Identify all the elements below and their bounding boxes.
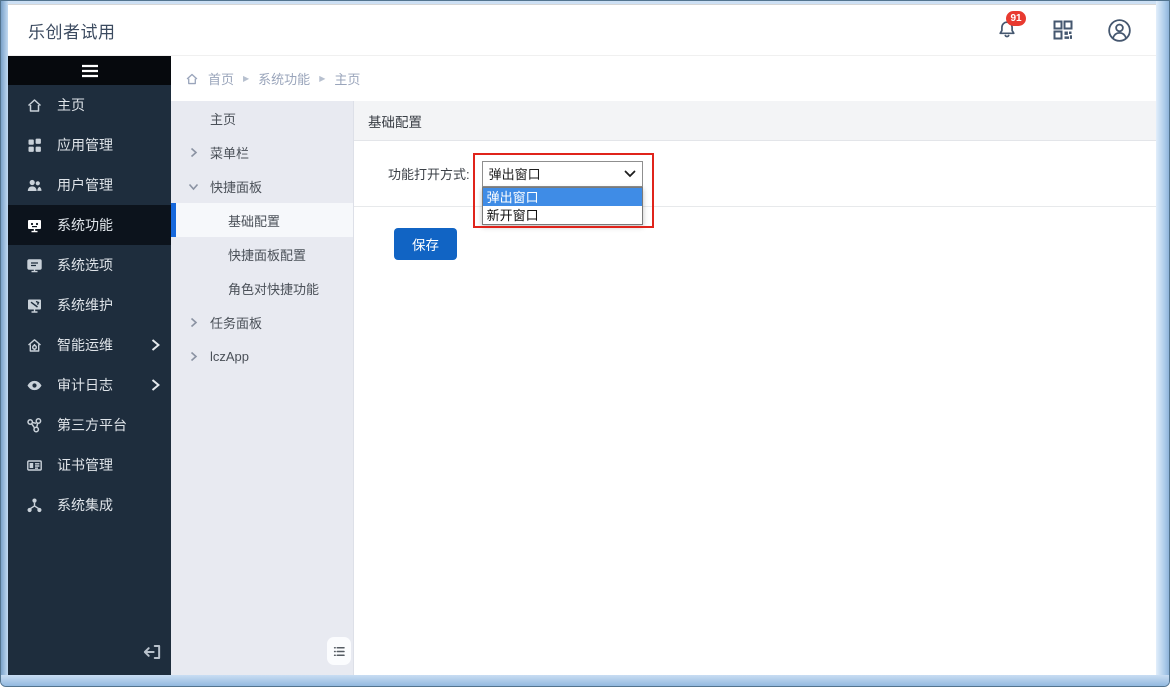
breadcrumb-item[interactable]: 系统功能 bbox=[258, 69, 310, 88]
chevron-down-icon bbox=[624, 170, 636, 178]
submenu-item-quick-panel-config[interactable]: 快捷面板配置 bbox=[171, 237, 353, 271]
submenu-item-basic-config[interactable]: 基础配置 bbox=[171, 203, 353, 237]
sidebar-item-system-options[interactable]: 系统选项 bbox=[8, 245, 171, 285]
sidebar-collapse-toggle[interactable] bbox=[8, 56, 171, 85]
header-icons: 91 bbox=[994, 11, 1132, 43]
integration-icon bbox=[26, 497, 43, 514]
sidebar-item-label: 主页 bbox=[57, 97, 85, 113]
sidebar-item-label: 用户管理 bbox=[57, 177, 113, 193]
qr-code-button[interactable] bbox=[1050, 17, 1076, 43]
maintenance-icon bbox=[26, 297, 43, 314]
submenu-item-label: 任务面板 bbox=[210, 315, 263, 331]
submenu-item-label: lczApp bbox=[210, 348, 250, 364]
breadcrumb-home-icon bbox=[185, 72, 199, 86]
system-icon bbox=[26, 217, 43, 234]
sidebar-item-label: 智能运维 bbox=[57, 337, 113, 353]
sidebar-item-label: 第三方平台 bbox=[57, 417, 127, 433]
open-mode-label: 功能打开方式: bbox=[388, 167, 470, 182]
list-icon bbox=[332, 644, 347, 659]
window-frame-left bbox=[1, 1, 8, 686]
submenu-item-role-quick-functions[interactable]: 角色对快捷功能 bbox=[171, 271, 353, 305]
sidebar-item-home[interactable]: 主页 bbox=[8, 85, 171, 125]
chevron-right-icon bbox=[188, 317, 199, 328]
submenu-item-label: 角色对快捷功能 bbox=[228, 281, 320, 297]
form-row: 功能打开方式: 弹出窗口 弹出窗口 新开窗口 bbox=[354, 141, 1156, 228]
app-title: 乐创者试用 bbox=[28, 22, 116, 42]
window-frame-bottom bbox=[1, 675, 1169, 686]
sidebar-item-system-functions[interactable]: 系统功能 bbox=[8, 205, 171, 245]
submenu-item-label: 主页 bbox=[210, 111, 237, 127]
certificate-icon bbox=[26, 457, 43, 474]
config-panel: 功能打开方式: 弹出窗口 弹出窗口 新开窗口 保存 bbox=[354, 141, 1156, 675]
main-content: 基础配置 功能打开方式: 弹出窗口 弹出窗口 新开窗口 保存 bbox=[354, 101, 1156, 675]
save-button[interactable]: 保存 bbox=[394, 228, 457, 260]
sidebar-item-system-maintenance[interactable]: 系统维护 bbox=[8, 285, 171, 325]
sidebar-item-app-management[interactable]: 应用管理 bbox=[8, 125, 171, 165]
breadcrumb: 首页 ▶ 系统功能 ▶ 主页 bbox=[185, 69, 360, 88]
submenu-item-lczapp[interactable]: lczApp bbox=[171, 339, 353, 373]
submenu-item-label: 快捷面板配置 bbox=[228, 247, 307, 263]
chevron-right-icon bbox=[151, 379, 161, 391]
breadcrumb-item[interactable]: 主页 bbox=[334, 69, 360, 88]
open-mode-dropdown-list: 弹出窗口 新开窗口 bbox=[481, 186, 643, 225]
submenu-item-task-panel[interactable]: 任务面板 bbox=[171, 305, 353, 339]
share-icon bbox=[26, 417, 43, 434]
window-frame-right bbox=[1156, 1, 1169, 686]
top-header: 乐创者试用 91 bbox=[8, 5, 1156, 56]
user-profile-button[interactable] bbox=[1106, 17, 1132, 43]
app-root: 乐创者试用 91 主页 应用管理 用户管理 系统功能 系统选项 系统维护 智能运… bbox=[8, 4, 1156, 675]
sidebar-item-smart-ops[interactable]: 智能运维 bbox=[8, 325, 171, 365]
sidebar-item-system-integration[interactable]: 系统集成 bbox=[8, 485, 171, 525]
submenu-item-home[interactable]: 主页 bbox=[171, 101, 353, 135]
chevron-down-icon bbox=[188, 181, 199, 192]
chevron-right-icon bbox=[188, 147, 199, 158]
dropdown-option-new-window[interactable]: 新开窗口 bbox=[483, 206, 642, 224]
sidebar-item-user-management[interactable]: 用户管理 bbox=[8, 165, 171, 205]
primary-sidebar: 主页 应用管理 用户管理 系统功能 系统选项 系统维护 智能运维 审计日志 第三… bbox=[8, 56, 171, 675]
sidebar-item-certificate-management[interactable]: 证书管理 bbox=[8, 445, 171, 485]
chevron-right-icon bbox=[188, 351, 199, 362]
breadcrumb-item[interactable]: 首页 bbox=[208, 69, 234, 88]
qr-code-icon bbox=[1051, 18, 1075, 42]
dropdown-option-popup[interactable]: 弹出窗口 bbox=[482, 187, 642, 206]
submenu-item-label: 基础配置 bbox=[228, 213, 281, 229]
page-title: 基础配置 bbox=[368, 114, 422, 130]
breadcrumb-separator-icon: ▶ bbox=[243, 74, 250, 83]
select-value: 弹出窗口 bbox=[488, 167, 541, 182]
notification-badge: 91 bbox=[1006, 11, 1026, 26]
button-row: 保存 bbox=[354, 207, 1156, 260]
submenu-panel-toggle-button[interactable] bbox=[327, 637, 351, 665]
app-window: 乐创者试用 91 主页 应用管理 用户管理 系统功能 系统选项 系统维护 智能运… bbox=[0, 0, 1170, 687]
sidebar-item-label: 应用管理 bbox=[57, 137, 113, 153]
collapse-arrow-icon bbox=[141, 641, 163, 663]
notifications-button[interactable]: 91 bbox=[994, 11, 1026, 43]
user-avatar-icon bbox=[1106, 17, 1133, 44]
secondary-sidebar: 主页 菜单栏 快捷面板 基础配置 快捷面板配置 角色对快捷功能 任务面板 lcz… bbox=[171, 101, 354, 675]
users-icon bbox=[26, 177, 43, 194]
submenu-item-label: 菜单栏 bbox=[210, 145, 250, 161]
sidebar-item-label: 系统功能 bbox=[57, 217, 113, 233]
submenu-item-quick-panel[interactable]: 快捷面板 bbox=[171, 169, 353, 203]
open-mode-select[interactable]: 弹出窗口 bbox=[481, 160, 643, 187]
sidebar-item-label: 证书管理 bbox=[57, 457, 113, 473]
sidebar-item-third-party[interactable]: 第三方平台 bbox=[8, 405, 171, 445]
sidebar-item-label: 系统集成 bbox=[57, 497, 113, 513]
sidebar-item-audit-logs[interactable]: 审计日志 bbox=[8, 365, 171, 405]
hamburger-icon bbox=[81, 64, 99, 78]
sidebar-exit-button[interactable] bbox=[141, 641, 163, 663]
page-title-bar: 基础配置 bbox=[354, 101, 1156, 141]
monitor-icon bbox=[26, 257, 43, 274]
chevron-right-icon bbox=[151, 339, 161, 351]
eye-icon bbox=[26, 377, 43, 394]
apps-icon bbox=[26, 137, 43, 154]
home-icon bbox=[26, 97, 43, 114]
sidebar-item-label: 系统选项 bbox=[57, 257, 113, 273]
submenu-item-menu-bar[interactable]: 菜单栏 bbox=[171, 135, 353, 169]
sidebar-item-label: 系统维护 bbox=[57, 297, 113, 313]
breadcrumb-separator-icon: ▶ bbox=[319, 74, 326, 83]
submenu-item-label: 快捷面板 bbox=[210, 179, 263, 195]
smart-ops-icon bbox=[26, 337, 43, 354]
sidebar-item-label: 审计日志 bbox=[57, 377, 113, 393]
breadcrumb-bar: 首页 ▶ 系统功能 ▶ 主页 bbox=[171, 56, 1156, 101]
